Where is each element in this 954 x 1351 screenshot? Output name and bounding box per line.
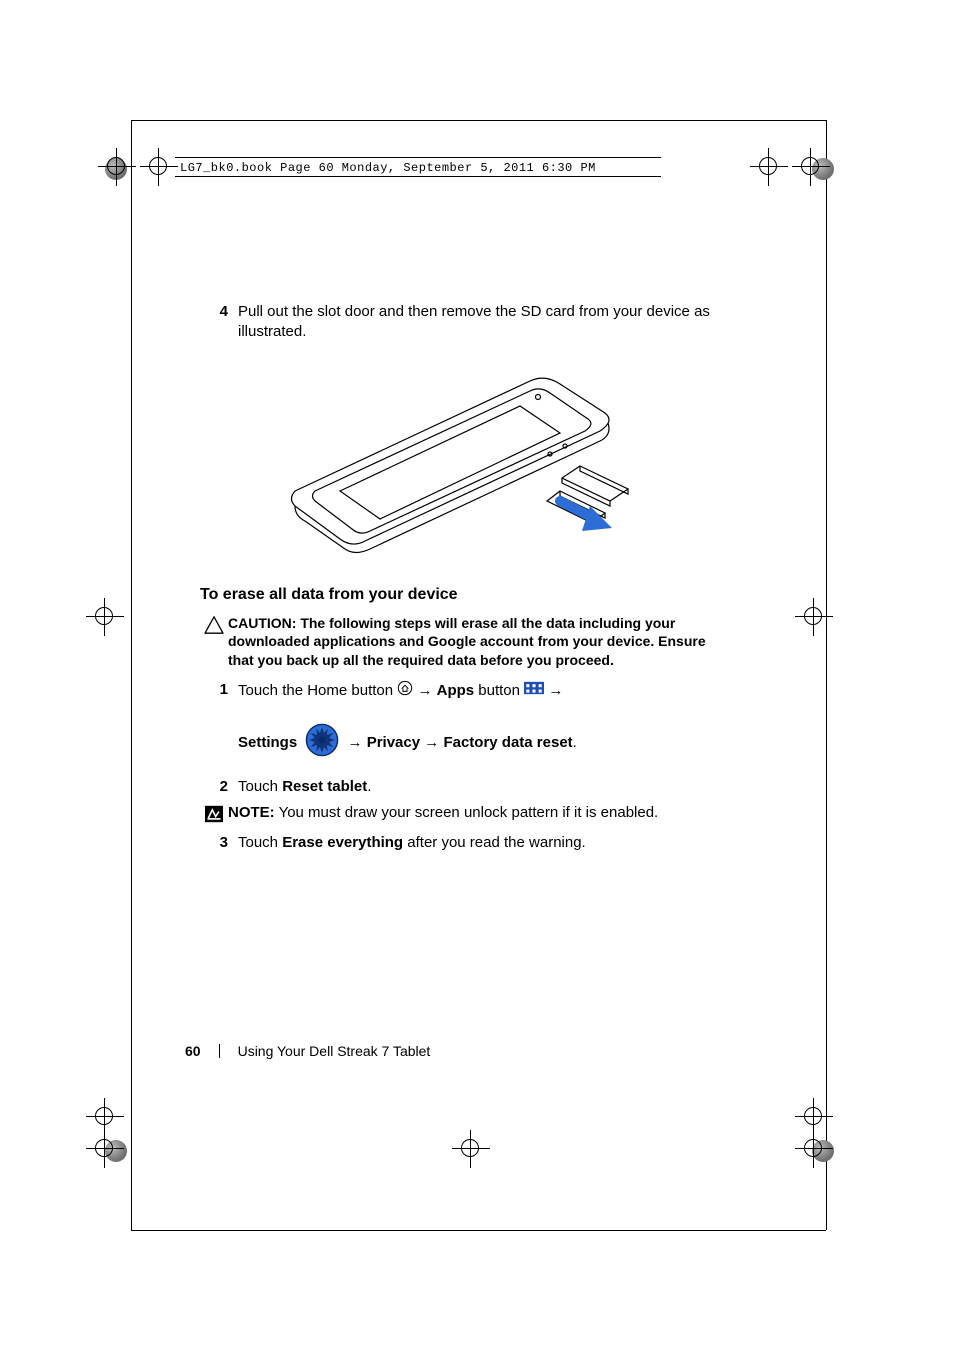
caution-label: CAUTION: (228, 615, 296, 631)
home-icon (397, 680, 413, 702)
caution-icon (200, 614, 228, 671)
step-number: 1 (200, 680, 238, 763)
crop-line-bottom (131, 1230, 826, 1231)
register-mark-icon (795, 598, 833, 636)
step-number: 3 (200, 833, 238, 853)
register-mark-icon (792, 148, 830, 186)
factory-reset-label: Factory data reset (443, 734, 572, 751)
crop-line-right (826, 120, 827, 1230)
erase-everything-label: Erase everything (282, 834, 403, 851)
text-fragment: Touch (238, 778, 282, 795)
header-stamp: LG7_bk0.book Page 60 Monday, September 5… (180, 161, 596, 175)
arrow-text: → (424, 734, 439, 751)
text-fragment: after you read the warning. (403, 834, 586, 851)
register-mark-icon (750, 148, 788, 186)
register-mark-icon (452, 1130, 490, 1168)
settings-label: Settings (238, 734, 297, 751)
caution-text: The following steps will erase all the d… (228, 615, 706, 669)
step-3: 3 Touch Erase everything after you read … (200, 833, 710, 853)
apps-label: Apps (437, 682, 475, 699)
note-text: You must draw your screen unlock pattern… (279, 804, 659, 821)
note-body: NOTE: You must draw your screen unlock p… (228, 803, 710, 823)
caution-callout: CAUTION: The following steps will erase … (200, 614, 710, 671)
header-rule (175, 176, 661, 177)
chapter-title: Using Your Dell Streak 7 Tablet (238, 1043, 431, 1059)
text-fragment: . (367, 778, 371, 795)
arrow-text: → (548, 682, 563, 699)
footer-separator (219, 1044, 220, 1058)
page-number: 60 (185, 1043, 201, 1059)
step-number: 2 (200, 777, 238, 797)
step-text: Touch the Home button → Apps button → Se… (238, 680, 710, 763)
reset-tablet-label: Reset tablet (282, 778, 367, 795)
step-2: 2 Touch Reset tablet. (200, 777, 710, 797)
crop-line-top (131, 120, 826, 121)
note-callout: NOTE: You must draw your screen unlock p… (200, 803, 710, 823)
step-text: Pull out the slot door and then remove t… (238, 302, 710, 343)
settings-icon (305, 723, 339, 763)
step-1: 1 Touch the Home button → Apps button → … (200, 680, 710, 763)
step-number: 4 (200, 302, 238, 343)
text-fragment: button (478, 682, 524, 699)
text-fragment: Touch the Home button (238, 682, 397, 699)
text-fragment: Touch (238, 834, 282, 851)
page-footer: 60 Using Your Dell Streak 7 Tablet (185, 1043, 695, 1059)
section-heading: To erase all data from your device (200, 586, 710, 604)
register-mark-icon (140, 148, 178, 186)
note-label: NOTE: (228, 804, 275, 821)
note-icon (200, 803, 228, 823)
caution-body: CAUTION: The following steps will erase … (228, 614, 710, 671)
arrow-text: → (348, 734, 363, 751)
tablet-sdcard-illustration (260, 351, 650, 566)
content-block: 4 Pull out the slot door and then remove… (200, 298, 710, 858)
register-mark-icon (795, 1130, 833, 1168)
crop-line-left (131, 120, 132, 1230)
step-text: Touch Erase everything after you read th… (238, 833, 710, 853)
arrow-text: → (417, 682, 432, 699)
register-mark-icon (86, 1130, 124, 1168)
register-mark-icon (98, 148, 136, 186)
apps-grid-icon (524, 680, 544, 702)
step-text: Touch Reset tablet. (238, 777, 710, 797)
privacy-label: Privacy (367, 734, 420, 751)
step-4: 4 Pull out the slot door and then remove… (200, 302, 710, 343)
page: LG7_bk0.book Page 60 Monday, September 5… (0, 0, 954, 1351)
register-mark-icon (86, 598, 124, 636)
period: . (573, 734, 577, 751)
header-rule (175, 157, 661, 158)
